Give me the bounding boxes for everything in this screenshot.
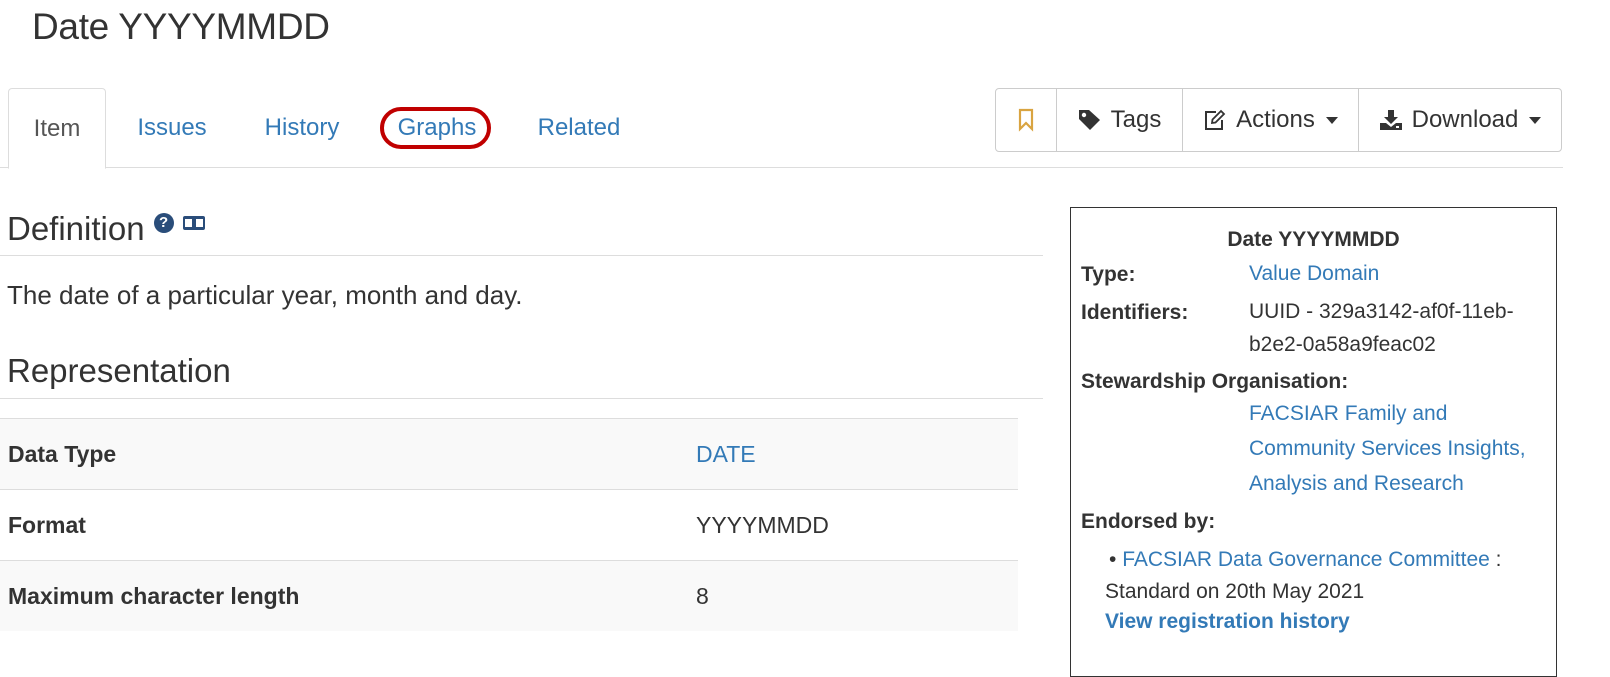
edit-icon [1205, 109, 1226, 130]
summary-panel: Date YYYYMMDD Type: Value Domain Identif… [1070, 207, 1557, 677]
tabs-divider [0, 167, 1563, 168]
identifier-value-line-1: UUID - 329a3142-af0f-11eb- [1249, 300, 1514, 323]
endorsement-status: Standard on 20th May 2021 [1105, 580, 1365, 603]
translate-icon[interactable] [182, 216, 205, 230]
tags-label: Tags [1110, 106, 1162, 133]
representation-divider [0, 398, 1043, 399]
stewardship-label: Stewardship Organisation: [1081, 370, 1349, 393]
chevron-down-icon [1325, 116, 1338, 124]
bookmark-button[interactable] [996, 89, 1056, 151]
representation-table: Data Type DATE Format YYYYMMDD Maximum c… [0, 418, 1018, 631]
definition-divider [0, 255, 1043, 256]
chevron-down-icon [1529, 116, 1542, 124]
row-value: 8 [688, 560, 1018, 631]
identifier-value-line-2: b2e2-0a58a9feac02 [1249, 333, 1436, 356]
page-title: Date YYYYMMDD [32, 6, 330, 47]
bullet-dot: • [1109, 548, 1123, 571]
summary-title: Date YYYYMMDD [1227, 228, 1400, 251]
table-row: Maximum character length 8 [0, 560, 1018, 631]
tab-related[interactable]: Related [537, 88, 621, 168]
row-value: YYYYMMDD [688, 489, 1018, 561]
type-value-link[interactable]: Value Domain [1249, 258, 1379, 290]
tag-icon [1078, 110, 1100, 130]
view-registration-history-link[interactable]: View registration history [1105, 610, 1350, 634]
representation-heading-label: Representation [7, 352, 231, 389]
data-type-link[interactable]: DATE [688, 418, 1018, 490]
type-label: Type: [1081, 263, 1136, 286]
row-key: Format [0, 489, 688, 561]
stewardship-org-line-2[interactable]: Community Services Insights, [1249, 433, 1526, 465]
item-toolbar: Tags Actions Download [995, 88, 1562, 152]
tab-history[interactable]: History [262, 88, 342, 168]
table-row: Format YYYYMMDD [0, 489, 1018, 561]
tab-item[interactable]: Item [8, 88, 106, 169]
identifiers-label: Identifiers: [1081, 301, 1189, 324]
endorsing-committee-link[interactable]: FACSIAR Data Governance Committee [1122, 548, 1490, 571]
table-row: Data Type DATE [0, 418, 1018, 490]
actions-label: Actions [1236, 106, 1315, 133]
definition-heading-label: Definition [7, 210, 145, 247]
definition-heading: Definition ? [7, 210, 205, 248]
stewardship-org-line-3[interactable]: Analysis and Research [1249, 468, 1464, 500]
endorsed-by-label: Endorsed by: [1081, 510, 1216, 533]
definition-text: The date of a particular year, month and… [7, 280, 523, 310]
endorsement-separator: : [1489, 548, 1502, 571]
stewardship-org-line-1[interactable]: FACSIAR Family and [1249, 398, 1447, 430]
help-icon[interactable]: ? [153, 213, 174, 233]
actions-dropdown-button[interactable]: Actions [1182, 89, 1358, 151]
bookmark-icon [1018, 108, 1034, 132]
row-key: Data Type [0, 418, 688, 490]
tab-issues[interactable]: Issues [134, 88, 210, 168]
download-icon [1379, 110, 1402, 130]
download-label: Download [1411, 106, 1519, 133]
download-dropdown-button[interactable]: Download [1358, 89, 1561, 151]
tags-button[interactable]: Tags [1056, 89, 1182, 151]
row-key: Maximum character length [0, 560, 688, 631]
representation-heading: Representation [7, 352, 231, 390]
endorsement-list-item: • FACSIAR Data Governance Committee : [1109, 548, 1502, 572]
tab-graphs[interactable]: Graphs [396, 88, 478, 168]
